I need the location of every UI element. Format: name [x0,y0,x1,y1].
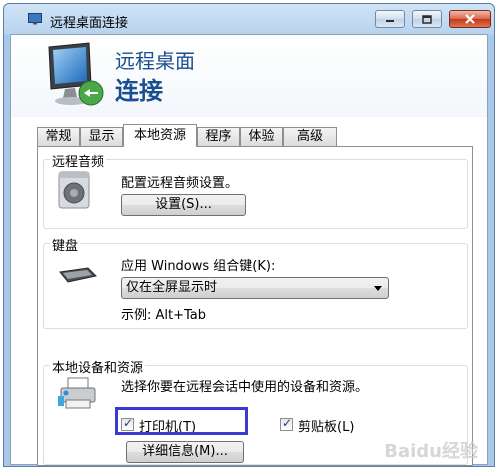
window-title: 远程桌面连接 [50,16,129,31]
minimize-button[interactable] [375,10,405,28]
watermark: Baidu经验 [384,441,478,462]
windows-keys-label: 应用 Windows 组合键(K): [121,259,276,274]
audio-description: 配置远程音频设置。 [121,176,239,191]
remote-desktop-app-icon [28,13,42,25]
tab-experience[interactable]: 体验 [240,127,283,146]
local-devices-description: 选择你要在远程会话中使用的设备和资源。 [121,380,369,395]
remote-audio-title: 远程音频 [50,151,107,170]
client-area: 远程桌面 连接 常规 显示 本地资源 程序 体验 高级 远程音频 配置远程音频设… [10,34,488,466]
local-devices-title: 本地设备和资源 [50,357,146,376]
speaker-icon [58,171,90,209]
heading-line2: 连接 [115,77,163,105]
audio-settings-button[interactable]: 设置(S)... [121,194,246,216]
checkmark-icon: ✓ [282,416,293,430]
remote-desktop-window: 远程桌面连接 远程桌面 连接 常规 显示 本地资源 程序 体验 高级 远程音频 … [3,3,495,467]
tab-local-resources[interactable]: 本地资源 [123,124,197,147]
details-button[interactable]: 详细信息(M)... [126,441,244,463]
clipboard-label[interactable]: 剪贴板(L) [298,416,354,435]
title-bar[interactable]: 远程桌面连接 [4,4,494,34]
close-button[interactable] [449,10,491,28]
keyboard-title: 键盘 [50,235,81,254]
minimize-icon [386,20,394,22]
tab-display[interactable]: 显示 [80,127,123,146]
maximize-button[interactable] [412,10,442,28]
windows-keys-selected: 仅在全屏显示时 [126,280,218,295]
keyboard-example: 示例: Alt+Tab [121,308,207,323]
maximize-icon [422,14,432,24]
tab-advanced[interactable]: 高级 [283,127,337,146]
tab-programs[interactable]: 程序 [197,127,240,146]
keyboard-icon [59,267,98,283]
chevron-down-icon [374,286,382,291]
heading-line1: 远程桌面 [115,49,195,73]
local-resources-panel: 远程音频 配置远程音频设置。 设置(S)... 键盘 应用 Windows 组合… [37,146,473,466]
close-icon [465,14,475,24]
windows-keys-select[interactable]: 仅在全屏显示时 [121,277,389,299]
devices-icon [58,377,96,409]
clipboard-checkbox[interactable]: ✓ [280,416,293,431]
remote-monitor-icon [48,42,104,106]
keyboard-group: 键盘 应用 Windows 组合键(K): 仅在全屏显示时 示例: Alt+Ta… [43,235,468,329]
header-banner: 远程桌面 连接 [11,35,487,117]
annotation-highlight-box [115,407,248,435]
remote-audio-group: 远程音频 配置远程音频设置。 设置(S)... [43,151,468,229]
tab-general[interactable]: 常规 [37,127,80,146]
